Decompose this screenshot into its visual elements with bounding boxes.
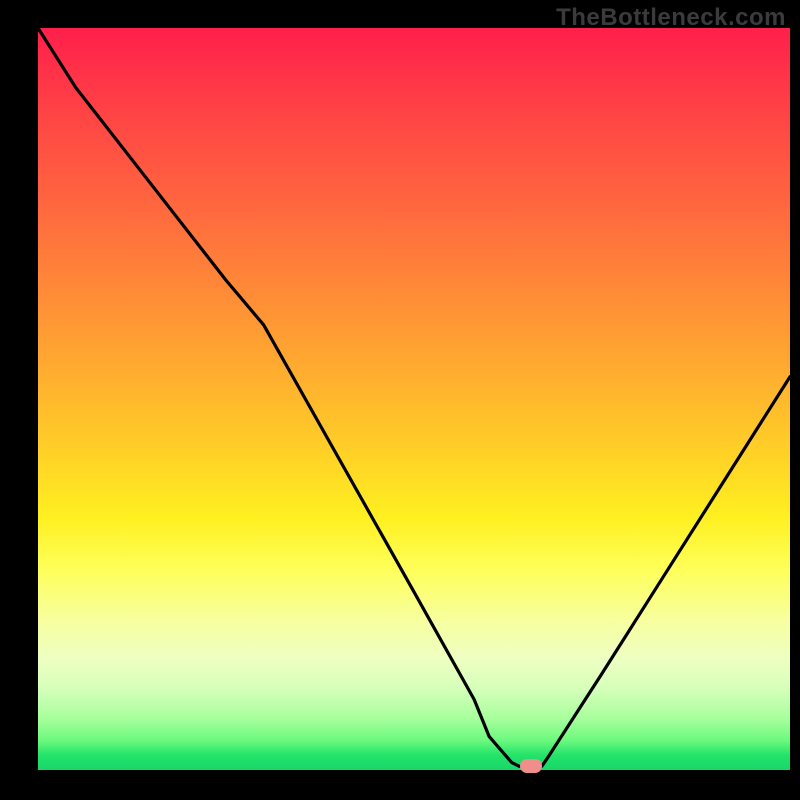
plot-area [38,28,790,770]
chart-frame: TheBottleneck.com [0,0,800,800]
curve-svg [38,28,790,770]
curve-path [38,28,790,766]
minimum-marker [520,759,542,773]
